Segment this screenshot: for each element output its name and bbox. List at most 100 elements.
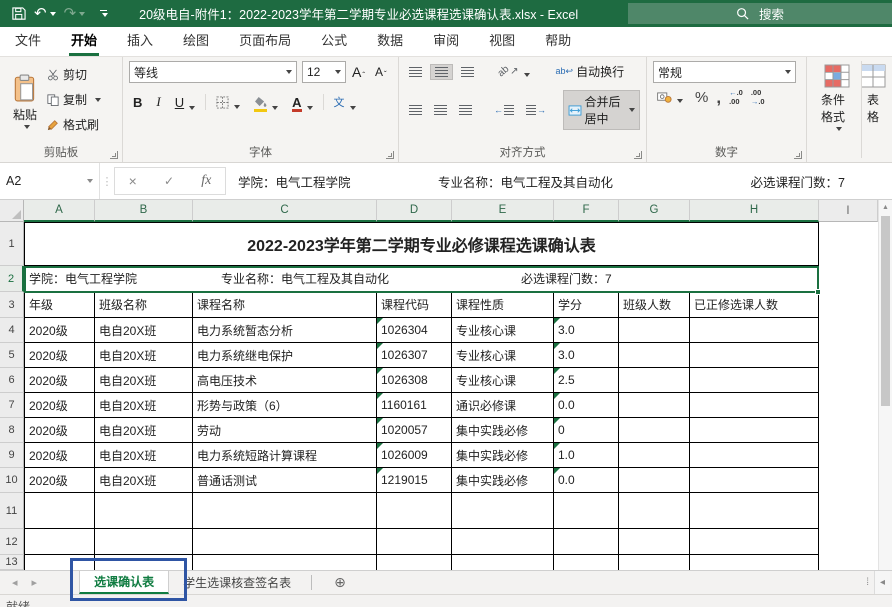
cell-E9[interactable]: 集中实践必修 (452, 443, 554, 468)
increase-decimal-button[interactable]: ←.0.00 (729, 89, 743, 106)
row-header-2[interactable]: 2 (0, 266, 24, 292)
cell-H6[interactable] (690, 368, 819, 393)
cell-D12[interactable] (377, 529, 452, 555)
cell-B13[interactable] (95, 555, 193, 570)
cell-G10[interactable] (619, 468, 690, 493)
row-header-5[interactable]: 5 (0, 343, 24, 368)
ribbon-tab-insert[interactable]: 插入 (112, 24, 168, 56)
row-header-6[interactable]: 6 (0, 368, 24, 393)
conditional-formatting-button[interactable]: 条件格式 (813, 61, 861, 158)
cell-G9[interactable] (619, 443, 690, 468)
column-header-C[interactable]: C (193, 200, 377, 222)
cell-E11[interactable] (452, 493, 554, 529)
cell-F9[interactable]: 1.0 (554, 443, 619, 468)
cell-D6[interactable]: 1026308 (377, 368, 452, 393)
column-header-I[interactable]: I (819, 200, 878, 222)
borders-button[interactable] (212, 94, 244, 111)
cell-H8[interactable] (690, 418, 819, 443)
cell-D8[interactable]: 1020057 (377, 418, 452, 443)
cell-F3[interactable]: 学分 (554, 292, 619, 318)
row-header-4[interactable]: 4 (0, 318, 24, 343)
ribbon-tab-formulas[interactable]: 公式 (306, 24, 362, 56)
cell-E13[interactable] (452, 555, 554, 570)
ribbon-tab-page-layout[interactable]: 页面布局 (224, 24, 306, 56)
ribbon-tab-data[interactable]: 数据 (362, 24, 418, 56)
row-header-7[interactable]: 7 (0, 393, 24, 418)
cell-A12[interactable] (24, 529, 95, 555)
cell-G7[interactable] (619, 393, 690, 418)
cell-G4[interactable] (619, 318, 690, 343)
fill-color-button[interactable] (250, 93, 282, 112)
column-header-F[interactable]: F (554, 200, 619, 222)
cell-E7[interactable]: 通识必修课 (452, 393, 554, 418)
align-right-button[interactable] (455, 103, 476, 117)
cell-C13[interactable] (193, 555, 377, 570)
align-top-button[interactable] (405, 65, 426, 79)
cell-A4[interactable]: 2020级 (24, 318, 95, 343)
cell-G11[interactable] (619, 493, 690, 529)
cell-C12[interactable] (193, 529, 377, 555)
cell-H10[interactable] (690, 468, 819, 493)
cell-D5[interactable]: 1026307 (377, 343, 452, 368)
cell-B7[interactable]: 电自20X班 (95, 393, 193, 418)
cell-D10[interactable]: 1219015 (377, 468, 452, 493)
ribbon-tab-help[interactable]: 帮助 (530, 24, 586, 56)
cell-E12[interactable] (452, 529, 554, 555)
cell-F12[interactable] (554, 529, 619, 555)
cell-E4[interactable]: 专业核心课 (452, 318, 554, 343)
cell-D11[interactable] (377, 493, 452, 529)
cell-G12[interactable] (619, 529, 690, 555)
cell-A9[interactable]: 2020级 (24, 443, 95, 468)
cell-D4[interactable]: 1026304 (377, 318, 452, 343)
scroll-up-icon[interactable]: ▲ (879, 200, 892, 215)
cell-F4[interactable]: 3.0 (554, 318, 619, 343)
cell-B5[interactable]: 电自20X班 (95, 343, 193, 368)
italic-button[interactable]: I (152, 92, 164, 112)
cell-H12[interactable] (690, 529, 819, 555)
cell-H11[interactable] (690, 493, 819, 529)
decrease-font-button[interactable]: Aˇ (371, 63, 391, 81)
ribbon-tab-draw[interactable]: 绘图 (168, 24, 224, 56)
column-header-H[interactable]: H (690, 200, 819, 222)
number-dialog-launcher[interactable] (794, 151, 802, 159)
orientation-button[interactable]: ab↗ (494, 64, 534, 79)
cell-E3[interactable]: 课程性质 (452, 292, 554, 318)
cell-C5[interactable]: 电力系统继电保护 (193, 343, 377, 368)
cell-E5[interactable]: 专业核心课 (452, 343, 554, 368)
paste-button[interactable]: 粘贴 (6, 61, 44, 141)
cell-A7[interactable]: 2020级 (24, 393, 95, 418)
increase-font-button[interactable]: Aˆ (348, 62, 369, 82)
row-header-9[interactable]: 9 (0, 443, 24, 468)
cell-H9[interactable] (690, 443, 819, 468)
decrease-indent-button[interactable]: ← (490, 103, 518, 117)
cell-E10[interactable]: 集中实践必修 (452, 468, 554, 493)
cell-A3[interactable]: 年级 (24, 292, 95, 318)
cell-C9[interactable]: 电力系统短路计算课程 (193, 443, 377, 468)
cell-D9[interactable]: 1026009 (377, 443, 452, 468)
column-header-E[interactable]: E (452, 200, 554, 222)
row-header-1[interactable]: 1 (0, 222, 24, 266)
row-header-3[interactable]: 3 (0, 292, 24, 318)
formula-content[interactable]: 学院：电气工程学院 专业名称：电气工程及其自动化 必选课程门数：7 (226, 163, 892, 199)
cell-H5[interactable] (690, 343, 819, 368)
font-dialog-launcher[interactable] (386, 151, 394, 159)
cell-H3[interactable]: 已正修选课人数 (690, 292, 819, 318)
sheet-tab-inactive[interactable]: 学生选课核查签名表 (169, 571, 305, 594)
comma-style-button[interactable]: , (716, 92, 721, 104)
vertical-scrollbar-thumb[interactable] (881, 216, 890, 406)
align-center-button[interactable] (430, 103, 451, 117)
row-header-13[interactable]: 13 (0, 555, 24, 570)
tab-splitter-handle[interactable]: ⁞ (866, 577, 868, 588)
cell-D7[interactable]: 1160161 (377, 393, 452, 418)
cell-F8[interactable]: 0 (554, 418, 619, 443)
cell-E8[interactable]: 集中实践必修 (452, 418, 554, 443)
cell-C8[interactable]: 劳动 (193, 418, 377, 443)
cell-F7[interactable]: 0.0 (554, 393, 619, 418)
cell-B9[interactable]: 电自20X班 (95, 443, 193, 468)
cell-A11[interactable] (24, 493, 95, 529)
cell-C7[interactable]: 形势与政策（6） (193, 393, 377, 418)
cell-A13[interactable] (24, 555, 95, 570)
search-box[interactable]: 搜索 (628, 3, 892, 24)
select-all-corner[interactable] (0, 200, 24, 222)
cell-F13[interactable] (554, 555, 619, 570)
